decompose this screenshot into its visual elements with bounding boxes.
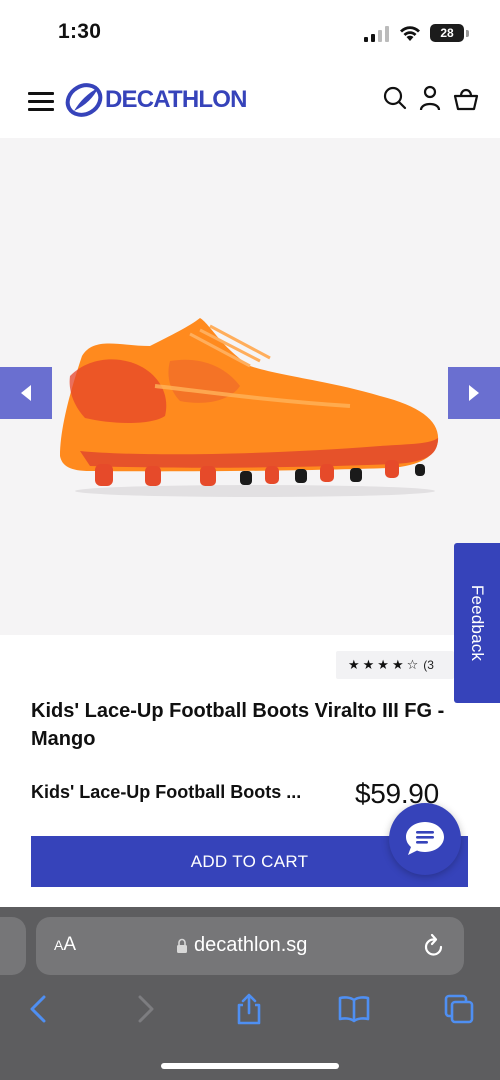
reload-icon[interactable] [422, 933, 446, 959]
chat-button[interactable] [389, 803, 461, 875]
address-bar[interactable]: AA decathlon.sg [36, 917, 464, 975]
brand-logo[interactable]: DECATHLON [64, 80, 247, 120]
search-icon[interactable] [382, 84, 408, 112]
decathlon-logo-icon [65, 83, 103, 117]
brand-name: DECATHLON [105, 86, 247, 113]
back-icon[interactable] [22, 992, 56, 1026]
rating-count: (3 [423, 658, 434, 672]
product-short-name: Kids' Lace-Up Football Boots ... [31, 782, 302, 802]
tabs-icon[interactable] [442, 992, 476, 1026]
cellular-signal-icon [364, 26, 389, 42]
status-bar: 1:30 28 [0, 0, 500, 66]
account-icon[interactable] [417, 84, 443, 112]
forward-icon[interactable] [128, 992, 162, 1026]
menu-icon[interactable] [28, 88, 56, 112]
gallery-next-button[interactable] [448, 367, 500, 419]
status-time: 1:30 [58, 20, 102, 43]
gallery-prev-button[interactable] [0, 367, 52, 419]
site-header: DECATHLON [0, 66, 500, 138]
url-text: decathlon.sg [194, 934, 308, 956]
battery-nub [466, 30, 469, 37]
battery-indicator: 28 [430, 24, 464, 42]
share-icon[interactable] [232, 992, 266, 1026]
chat-bubble-icon [406, 822, 444, 855]
rating-summary[interactable]: ★★★★☆ (3 [336, 651, 454, 679]
url-display: decathlon.sg [176, 934, 307, 957]
feedback-tab[interactable]: Feedback [454, 543, 500, 703]
product-title: Kids' Lace-Up Football Boots Viralto III… [31, 700, 445, 750]
browser-toolbar: AA decathlon.sg [0, 907, 500, 1080]
home-indicator[interactable] [161, 1063, 339, 1069]
feedback-label: Feedback [468, 584, 487, 662]
wifi-icon [400, 26, 420, 41]
chevron-left-icon [21, 385, 31, 401]
reader-aa-button[interactable]: AA [54, 934, 76, 956]
previous-tab-pill[interactable] [0, 917, 26, 975]
lock-icon [177, 938, 187, 953]
basket-icon[interactable] [453, 84, 479, 112]
product-image[interactable] [50, 306, 450, 506]
bookmarks-icon[interactable] [337, 992, 371, 1026]
chevron-right-icon [469, 385, 479, 401]
product-gallery [0, 138, 500, 635]
rating-stars: ★★★★☆ [348, 657, 422, 672]
